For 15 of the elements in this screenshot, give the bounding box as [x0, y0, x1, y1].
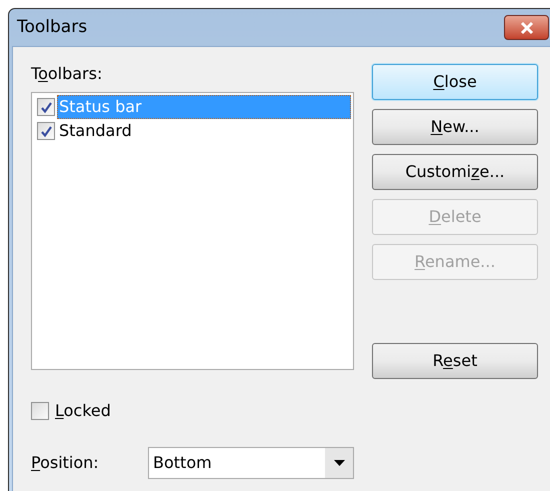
window-title: Toolbars	[17, 16, 88, 39]
close-icon[interactable]	[504, 15, 549, 40]
checkbox[interactable]	[37, 122, 55, 140]
dialog-button[interactable]: Reset	[372, 343, 538, 379]
toolbars-label: Toolbars:	[31, 64, 104, 84]
default-button[interactable]: Close	[372, 64, 538, 100]
position-label: Position:	[31, 452, 100, 474]
checkbox-label: Locked	[55, 400, 111, 422]
dialog-button[interactable]: New...	[372, 109, 538, 145]
position-dropdown[interactable]: Bottom	[148, 447, 354, 479]
dialog-button[interactable]: Customize...	[372, 154, 538, 190]
checkbox[interactable]	[31, 402, 49, 420]
dropdown-arrow-icon	[334, 460, 344, 466]
checkbox[interactable]	[37, 98, 55, 116]
list-item[interactable]: Standard	[57, 119, 351, 143]
